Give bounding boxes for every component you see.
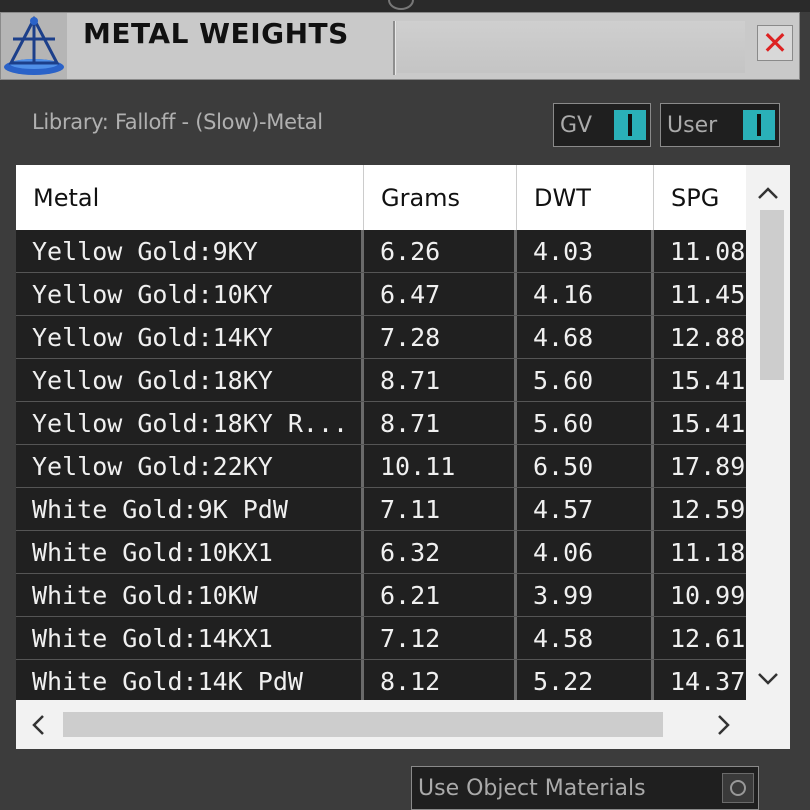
table-header: Metal Grams DWT SPG (16, 165, 746, 230)
table-row[interactable]: Yellow Gold:9KY 6.26 4.03 11.08 (16, 230, 746, 273)
grams-cell: 10.11 (364, 445, 517, 487)
vertical-scrollbar[interactable] (746, 165, 790, 700)
dwt-cell: 4.57 (517, 488, 654, 530)
metal-cell: Yellow Gold:18KY (16, 359, 364, 401)
table-row[interactable]: Yellow Gold:22KY 10.11 6.50 17.89 (16, 445, 746, 488)
title-bar: METAL WEIGHTS ✕ (0, 12, 800, 80)
user-toggle[interactable]: User (660, 103, 780, 147)
spg-cell: 11.45 (654, 273, 746, 315)
dwt-cell: 5.60 (517, 402, 654, 444)
metal-cell: White Gold:14KX1 (16, 617, 364, 659)
use-object-materials-label: Use Object Materials (418, 775, 646, 801)
top-strip (0, 0, 810, 12)
scroll-down-icon[interactable] (746, 659, 790, 699)
table-row[interactable]: White Gold:10KW 6.21 3.99 10.99 (16, 574, 746, 617)
table-row[interactable]: White Gold:9K PdW 7.11 4.57 12.59 (16, 488, 746, 531)
scroll-left-icon[interactable] (16, 700, 60, 749)
grams-cell: 6.47 (364, 273, 517, 315)
table-row[interactable]: Yellow Gold:18KY R... 8.71 5.60 15.41 (16, 402, 746, 445)
dwt-cell: 5.60 (517, 359, 654, 401)
table-row[interactable]: White Gold:14K PdW 8.12 5.22 14.37 (16, 660, 746, 700)
metal-cell: Yellow Gold:14KY (16, 316, 364, 358)
table-body: Yellow Gold:9KY 6.26 4.03 11.08 Yellow G… (16, 230, 746, 700)
grams-cell: 7.12 (364, 617, 517, 659)
metal-cell: Yellow Gold:10KY (16, 273, 364, 315)
metal-cell: Yellow Gold:18KY R... (16, 402, 364, 444)
spg-cell: 12.88 (654, 316, 746, 358)
toggle-off-icon (722, 773, 754, 803)
title-bar-grip[interactable] (397, 21, 745, 73)
close-button[interactable]: ✕ (757, 25, 793, 61)
grams-cell: 8.71 (364, 402, 517, 444)
dwt-cell: 5.22 (517, 660, 654, 700)
grams-cell: 7.11 (364, 488, 517, 530)
metal-cell: White Gold:10KX1 (16, 531, 364, 573)
close-icon: ✕ (761, 24, 789, 62)
user-toggle-label: User (667, 112, 718, 138)
metal-cell: White Gold:10KW (16, 574, 364, 616)
table-row[interactable]: Yellow Gold:14KY 7.28 4.68 12.88 (16, 316, 746, 359)
grams-cell: 8.12 (364, 660, 517, 700)
metal-cell: White Gold:14K PdW (16, 660, 364, 700)
spg-cell: 15.41 (654, 359, 746, 401)
spg-cell: 10.99 (654, 574, 746, 616)
spg-cell: 11.08 (654, 230, 746, 272)
gv-toggle[interactable]: GV (553, 103, 651, 147)
vertical-scroll-thumb[interactable] (760, 210, 784, 380)
metal-cell: Yellow Gold:22KY (16, 445, 364, 487)
dwt-cell: 3.99 (517, 574, 654, 616)
scale-icon (1, 13, 67, 79)
metal-weights-table: Metal Grams DWT SPG Yellow Gold:9KY 6.26… (16, 165, 790, 749)
grams-cell: 7.28 (364, 316, 517, 358)
dock-knob-icon (388, 0, 414, 10)
spg-cell: 15.41 (654, 402, 746, 444)
table-row[interactable]: White Gold:10KX1 6.32 4.06 11.18 (16, 531, 746, 574)
column-header-spg[interactable]: SPG (654, 165, 746, 230)
grams-cell: 6.26 (364, 230, 517, 272)
dwt-cell: 4.16 (517, 273, 654, 315)
column-header-metal[interactable]: Metal (16, 165, 364, 230)
horizontal-scrollbar[interactable] (16, 700, 790, 749)
spg-cell: 14.37 (654, 660, 746, 700)
grams-cell: 6.32 (364, 531, 517, 573)
grams-cell: 6.21 (364, 574, 517, 616)
dwt-cell: 4.03 (517, 230, 654, 272)
table-row[interactable]: Yellow Gold:10KY 6.47 4.16 11.45 (16, 273, 746, 316)
dwt-cell: 6.50 (517, 445, 654, 487)
horizontal-scroll-thumb[interactable] (63, 712, 663, 737)
table-row[interactable]: Yellow Gold:18KY 8.71 5.60 15.41 (16, 359, 746, 402)
spg-cell: 12.61 (654, 617, 746, 659)
toggle-on-icon (743, 110, 775, 140)
dwt-cell: 4.58 (517, 617, 654, 659)
library-label: Library: Falloff - (Slow)-Metal (32, 110, 323, 134)
column-header-grams[interactable]: Grams (364, 165, 517, 230)
dwt-cell: 4.06 (517, 531, 654, 573)
window-title: METAL WEIGHTS (83, 17, 349, 50)
spg-cell: 11.18 (654, 531, 746, 573)
use-object-materials-toggle[interactable]: Use Object Materials (411, 766, 759, 810)
gv-toggle-label: GV (560, 112, 593, 138)
metal-cell: Yellow Gold:9KY (16, 230, 364, 272)
dwt-cell: 4.68 (517, 316, 654, 358)
grams-cell: 8.71 (364, 359, 517, 401)
spg-cell: 17.89 (654, 445, 746, 487)
metal-cell: White Gold:9K PdW (16, 488, 364, 530)
spg-cell: 12.59 (654, 488, 746, 530)
scroll-right-icon[interactable] (702, 700, 746, 749)
title-divider (393, 21, 396, 75)
column-header-dwt[interactable]: DWT (517, 165, 654, 230)
toggle-on-icon (614, 110, 646, 140)
scroll-up-icon[interactable] (746, 173, 790, 213)
table-row[interactable]: White Gold:14KX1 7.12 4.58 12.61 (16, 617, 746, 660)
